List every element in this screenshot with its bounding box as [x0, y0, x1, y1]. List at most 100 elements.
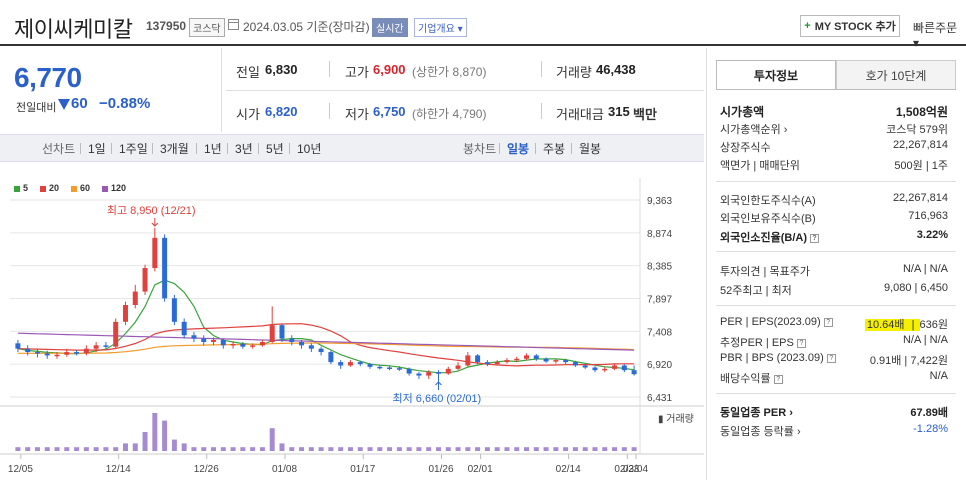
par-value: 500원 | 1주 [894, 160, 948, 172]
period-1y[interactable]: 1년 [204, 140, 222, 157]
x-tick-label: 02/01 [468, 464, 493, 475]
period-3y[interactable]: 3년 [235, 140, 253, 157]
candle-body [484, 362, 490, 365]
candle-body [25, 348, 31, 353]
tab-order-book[interactable]: 호가 10단계 [836, 60, 956, 90]
industry-rate-row[interactable]: 동일업종 등락률 › -1.28% [720, 423, 948, 439]
candle-body [318, 348, 324, 353]
tab-underline [716, 89, 956, 90]
industry-per-value: 67.89배 [910, 407, 948, 419]
market-cap-rank-row[interactable]: 시가총액순위 › 코스닥 579위 [720, 121, 948, 137]
volume-bar [465, 447, 471, 451]
volume-bar [54, 447, 60, 451]
volume-bar [543, 447, 549, 451]
market-cap-label: 시가총액 [720, 105, 765, 119]
est-per-row: 추정PER | EPS ? N/A | N/A [720, 334, 948, 350]
volume-bar [132, 443, 138, 451]
volume-bar [357, 447, 363, 451]
period-separator [152, 143, 153, 154]
low-value: 6,750 [373, 104, 406, 119]
volume-bar [602, 447, 608, 451]
add-mystock-label: MY STOCK 추가 [814, 21, 896, 33]
period-1d[interactable]: 1일 [88, 140, 106, 157]
line-chart-toggle[interactable]: 선차트 [42, 140, 75, 157]
foreign-ratio-label: 외국인소진율(B/A) [720, 232, 807, 244]
candle-body [299, 341, 305, 346]
candle-body [132, 291, 138, 306]
quick-order-button[interactable]: 빠른주문 ▾ [913, 19, 966, 50]
candle-body [279, 325, 285, 339]
candle-body [240, 343, 246, 347]
help-icon[interactable]: ? [826, 353, 836, 363]
candle-daily[interactable]: 일봉 [507, 140, 529, 157]
realtime-button[interactable]: 실시간 [372, 18, 408, 37]
section-divider [716, 251, 956, 252]
per-row: PER | EPS(2023.09) ? 10.64배 | 636원 [720, 316, 948, 331]
industry-per-row[interactable]: 동일업종 PER › 67.89배 [720, 404, 948, 420]
period-1w[interactable]: 1주일 [119, 140, 148, 157]
candle-body [592, 367, 598, 371]
candlestick-chart[interactable]: 9,363 8,874 8,385 7,897 7,408 6,920 6,431 ▮ 거래량… [0, 178, 704, 480]
period-3m[interactable]: 3개월 [160, 140, 189, 157]
period-10y[interactable]: 10년 [297, 140, 321, 157]
y-tick-label: 7,897 [647, 295, 672, 306]
moving-average-lines [17, 279, 635, 374]
candle-body [181, 321, 187, 336]
candle-body [230, 343, 236, 346]
x-tick-label: 03/04 [623, 464, 648, 475]
par-row: 액면가 | 매매단위 500원 | 1주 [720, 157, 948, 173]
foreign-ratio-row: 외국인소진율(B/A) ? 3.22% [720, 229, 948, 245]
period-separator [535, 143, 536, 154]
help-icon[interactable]: ? [796, 338, 806, 348]
candle-monthly[interactable]: 월봉 [579, 140, 601, 157]
company-overview-dropdown[interactable]: 기업개요 ▾ [414, 18, 467, 37]
candle-body [162, 237, 168, 299]
candle-body [416, 373, 422, 376]
industry-rate-label: 동일업종 등락률 › [720, 426, 801, 438]
col-separator [329, 61, 330, 77]
candle-weekly[interactable]: 주봉 [543, 140, 565, 157]
help-icon[interactable]: ? [810, 233, 820, 243]
ma-line-20 [17, 323, 635, 367]
help-icon[interactable]: ? [823, 317, 833, 327]
volume-value: 46,438 [596, 62, 636, 77]
candle-body [74, 352, 80, 354]
candle-body [347, 362, 353, 366]
stock-name: 제이씨케미칼 [14, 17, 133, 42]
industry-rate-value: -1.28% [913, 423, 948, 435]
est-per-value: N/A | N/A [902, 334, 948, 346]
candle-body [524, 355, 530, 359]
help-icon[interactable]: ? [773, 374, 783, 384]
candle-chart-toggle[interactable]: 봉차트 [463, 140, 496, 157]
add-mystock-button[interactable]: + MY STOCK 추가 [800, 15, 900, 37]
candle-body [93, 345, 99, 349]
candle-body [572, 362, 578, 366]
candle-body [465, 355, 471, 366]
volume-bar [142, 432, 148, 451]
tab-invest-info[interactable]: 투자정보 [716, 60, 836, 90]
week52-row: 52주최고 | 최저 9,080 | 6,450 [720, 282, 948, 298]
volume-bar [34, 447, 40, 451]
period-separator [80, 143, 81, 154]
candle-body [83, 348, 89, 354]
candle-body [191, 335, 197, 339]
volume-bar [347, 447, 353, 451]
candle-body [357, 362, 363, 365]
market-cap-row: 시가총액 1,508억원 [720, 103, 948, 120]
volume-bar [279, 443, 285, 451]
y-tick-label: 7,408 [647, 327, 672, 338]
candle-body [122, 305, 128, 322]
y-tick-label: 6,431 [647, 393, 672, 404]
volume-bar [191, 447, 197, 451]
col-separator [541, 61, 542, 77]
period-5y[interactable]: 5년 [266, 140, 284, 157]
stock-code: 137950 [146, 19, 187, 33]
week52-label: 52주최고 | 최저 [720, 285, 792, 297]
amount-unit: 백만 [633, 107, 657, 122]
high-annotation: 최고 8,950 (12/21) [107, 204, 196, 217]
shares-label: 상장주식수 [720, 142, 771, 154]
candle-body [44, 353, 50, 356]
ma-line-5 [17, 279, 635, 374]
volume-bar [455, 447, 461, 451]
period-separator [111, 143, 112, 154]
